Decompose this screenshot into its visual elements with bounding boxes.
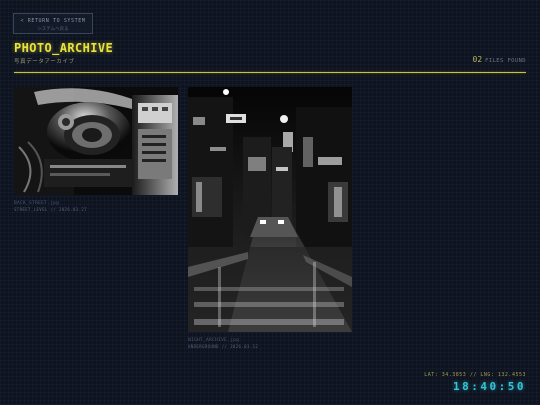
night-street-photo-image — [188, 87, 352, 332]
header-divider — [14, 71, 526, 73]
file-count-value: 02 — [472, 55, 483, 64]
clock: 18:40:50 — [453, 380, 526, 393]
photo-card[interactable]: NIGHT_ARCHIVE.jpg UNDERGROUND // 2026.03… — [188, 87, 352, 349]
return-button-sublabel: システムへ戻る — [37, 27, 69, 32]
machinery-photo-image — [14, 87, 178, 195]
machinery-photo[interactable] — [14, 87, 178, 195]
photo-card[interactable]: BACK_STREET.jpg STREET_LEVEL // 2026.03.… — [14, 87, 178, 212]
file-count: 02 FILES FOUND — [473, 55, 526, 64]
photo-filename: BACK_STREET.jpg — [14, 201, 60, 206]
page-subtitle: 写真データアーカイブ — [14, 59, 75, 65]
file-count-label: FILES FOUND — [485, 58, 526, 64]
page-title: PHOTO_ARCHIVE — [14, 41, 114, 55]
night-street-photo[interactable] — [188, 87, 352, 332]
photo-meta: STREET_LEVEL // 2026.03.27 — [14, 207, 88, 212]
coordinates-readout: LAT: 34.3853 // LNG: 132.4553 — [424, 372, 526, 378]
return-button-label: < RETURN TO SYSTEM — [20, 18, 86, 24]
return-to-system-button[interactable]: < RETURN TO SYSTEM システムへ戻る — [13, 13, 93, 34]
photo-filename: NIGHT_ARCHIVE.jpg — [188, 338, 240, 343]
photo-meta: UNDERGROUND // 2026.03.12 — [188, 344, 259, 349]
